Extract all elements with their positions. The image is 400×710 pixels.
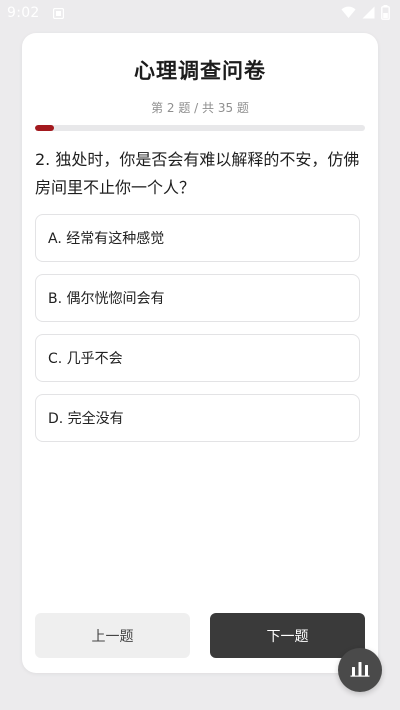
status-bar: 9:02	[0, 0, 400, 26]
battery-icon	[381, 5, 390, 24]
options-list: A. 经常有这种感觉 B. 偶尔恍惚间会有 C. 几乎不会 D. 完全没有	[35, 214, 360, 454]
previous-question-button[interactable]: 上一题	[35, 613, 190, 658]
option-label: D. 完全没有	[48, 411, 124, 427]
wifi-icon	[341, 6, 356, 23]
signal-icon	[362, 6, 375, 23]
notification-icon	[52, 7, 65, 23]
question-text: 2. 独处时，你是否会有难以解释的不安，仿佛房间里不止你一个人？	[35, 150, 360, 197]
progress-bar	[35, 125, 365, 131]
option-label: C. 几乎不会	[48, 351, 123, 367]
option-label: B. 偶尔恍惚间会有	[48, 291, 165, 307]
option-b[interactable]: B. 偶尔恍惚间会有	[35, 274, 360, 322]
progress-fill	[35, 125, 54, 131]
page-title: 心理调查问卷	[134, 59, 266, 83]
option-label: A. 经常有这种感觉	[48, 231, 165, 247]
next-question-button[interactable]: 下一题	[210, 613, 365, 658]
status-time: 9:02	[7, 5, 40, 21]
option-d[interactable]: D. 完全没有	[35, 394, 360, 442]
question-counter: 第 2 题 / 共 35 题	[151, 101, 249, 115]
bar-chart-icon	[350, 659, 370, 681]
survey-card: 心理调查问卷 第 2 题 / 共 35 题 2. 独处时，你是否会有难以解释的不…	[22, 33, 378, 673]
option-c[interactable]: C. 几乎不会	[35, 334, 360, 382]
stats-fab-button[interactable]	[338, 648, 382, 692]
option-a[interactable]: A. 经常有这种感觉	[35, 214, 360, 262]
